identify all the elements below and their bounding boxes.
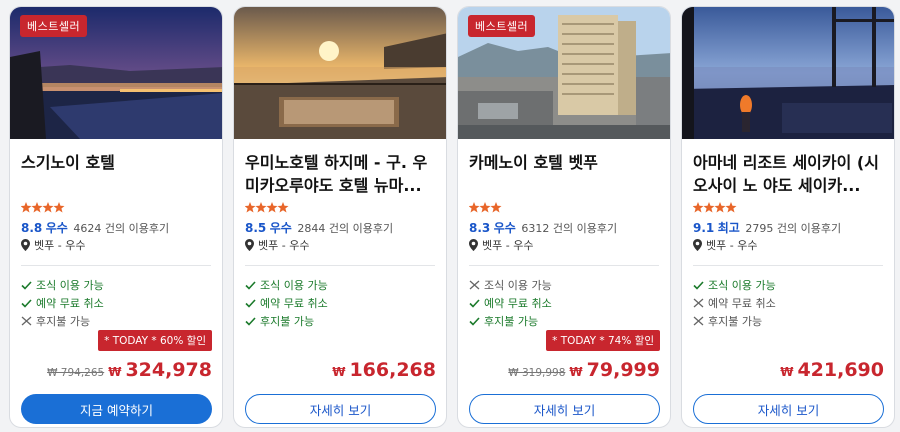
stars-icon [692,202,737,213]
hotel-card[interactable]: 아마네 리조트 세이카이 (시오사이 노 야도 세이카... 9.1 최고 27… [681,6,895,428]
location-text: 벳푸 - 우수 [706,239,758,252]
check-icon [21,298,32,308]
currency-symbol: ₩ [569,365,583,379]
book-now-button[interactable]: 지금 예약하기 [21,394,212,424]
review-count: 2795 건의 이용후기 [745,222,842,235]
check-icon [469,316,480,326]
hotel-name[interactable]: 카메노이 호텔 벳푸 [469,151,662,174]
hotel-name[interactable]: 스기노이 호텔 [21,151,214,174]
divider [693,265,883,266]
amenity-free-cancel: 예약 무료 취소 [245,295,328,311]
location: 벳푸 - 우수 [693,237,757,253]
location-pin-icon [469,239,478,251]
current-price: 324,978 [125,359,212,381]
hotel-photo[interactable]: 베스트셀러 [10,7,222,139]
original-price: ₩ 794,265 [47,367,105,379]
view-details-button[interactable]: 자세히 보기 [469,394,660,424]
location-text: 벳푸 - 우수 [34,239,86,252]
score-value: 8.3 [469,221,491,235]
star-rating [20,199,91,213]
review-score: 8.8 우수 4624 건의 이용후기 [21,219,169,236]
hotel-name[interactable]: 우미노호텔 하지메 - 구. 우미카오루야도 호텔 뉴마... [245,151,438,197]
review-score: 8.5 우수 2844 건의 이용후기 [245,219,393,236]
location: 벳푸 - 우수 [469,237,533,253]
hotel-name[interactable]: 아마네 리조트 세이카이 (시오사이 노 야도 세이카... [693,151,886,197]
amenity-free-cancel: 예약 무료 취소 [21,295,104,311]
amenity-breakfast: 조식 이용 가능 [469,277,552,293]
divider [245,265,435,266]
check-icon [245,316,256,326]
cross-icon [693,298,704,308]
cross-icon [469,280,480,290]
price-block: ₩ 319,998 ₩ 79,999 [508,359,660,381]
current-price: 166,268 [349,359,436,381]
amenity-breakfast: 조식 이용 가능 [693,277,776,293]
review-count: 2844 건의 이용후기 [297,222,394,235]
stars-icon [468,202,502,213]
view-details-button[interactable]: 자세히 보기 [693,394,884,424]
amenity-free-cancel: 예약 무료 취소 [469,295,552,311]
location-text: 벳푸 - 우수 [482,239,534,252]
star-rating [468,199,539,213]
score-word: 우수 [269,221,292,235]
check-icon [21,280,32,290]
hotel-photo[interactable] [234,7,446,139]
score-word: 최고 [717,221,740,235]
amenity-pay-later: 후지불 가능 [469,313,538,329]
hotel-card[interactable]: 베스트셀러 카메노이 호텔 벳푸 8.3 우수 6312 건의 이용후기 벳푸 … [457,6,671,428]
score-value: 8.5 [245,221,267,235]
score-value: 9.1 [693,221,715,235]
price-block: ₩ 166,268 [332,359,436,381]
divider [21,265,211,266]
location-pin-icon [245,239,254,251]
hotel-card[interactable]: 베스트셀러 스기노이 호텔 8.8 우수 4624 건의 이용후기 벳푸 - 우… [9,6,223,428]
divider [469,265,659,266]
location-text: 벳푸 - 우수 [258,239,310,252]
stars-icon [244,202,289,213]
currency-symbol: ₩ [332,365,346,379]
location-pin-icon [21,239,30,251]
current-price: 79,999 [586,359,660,381]
currency-symbol: ₩ [108,365,122,379]
hotel-photo[interactable]: 베스트셀러 [458,7,670,139]
amenity-pay-later: 후지불 가능 [693,313,762,329]
bestseller-badge: 베스트셀러 [20,15,88,37]
view-details-button[interactable]: 자세히 보기 [245,394,436,424]
star-rating [692,199,763,213]
deal-badge: * TODAY * 60% 할인 [98,330,212,351]
location: 벳푸 - 우수 [245,237,309,253]
cross-icon [21,316,32,326]
star-rating [244,199,315,213]
check-icon [245,280,256,290]
review-score: 9.1 최고 2795 건의 이용후기 [693,219,841,236]
check-icon [693,280,704,290]
current-price: 421,690 [797,359,884,381]
location: 벳푸 - 우수 [21,237,85,253]
amenity-pay-later: 후지불 가능 [21,313,90,329]
cross-icon [693,316,704,326]
amenity-free-cancel: 예약 무료 취소 [693,295,776,311]
hotel-photo[interactable] [682,7,894,139]
currency-symbol: ₩ [780,365,794,379]
amenity-pay-later: 후지불 가능 [245,313,314,329]
review-count: 6312 건의 이용후기 [521,222,618,235]
hotel-card-row: 베스트셀러 스기노이 호텔 8.8 우수 4624 건의 이용후기 벳푸 - 우… [0,0,900,432]
price-block: ₩ 421,690 [780,359,884,381]
score-word: 우수 [493,221,516,235]
score-word: 우수 [45,221,68,235]
review-score: 8.3 우수 6312 건의 이용후기 [469,219,617,236]
check-icon [245,298,256,308]
stars-icon [20,202,65,213]
hotel-card[interactable]: 우미노호텔 하지메 - 구. 우미카오루야도 호텔 뉴마... 8.5 우수 2… [233,6,447,428]
location-pin-icon [693,239,702,251]
score-value: 8.8 [21,221,43,235]
check-icon [469,298,480,308]
amenity-breakfast: 조식 이용 가능 [21,277,104,293]
amenity-breakfast: 조식 이용 가능 [245,277,328,293]
original-price: ₩ 319,998 [508,367,566,379]
review-count: 4624 건의 이용후기 [73,222,170,235]
price-block: ₩ 794,265 ₩ 324,978 [47,359,212,381]
deal-badge: * TODAY * 74% 할인 [546,330,660,351]
bestseller-badge: 베스트셀러 [468,15,536,37]
